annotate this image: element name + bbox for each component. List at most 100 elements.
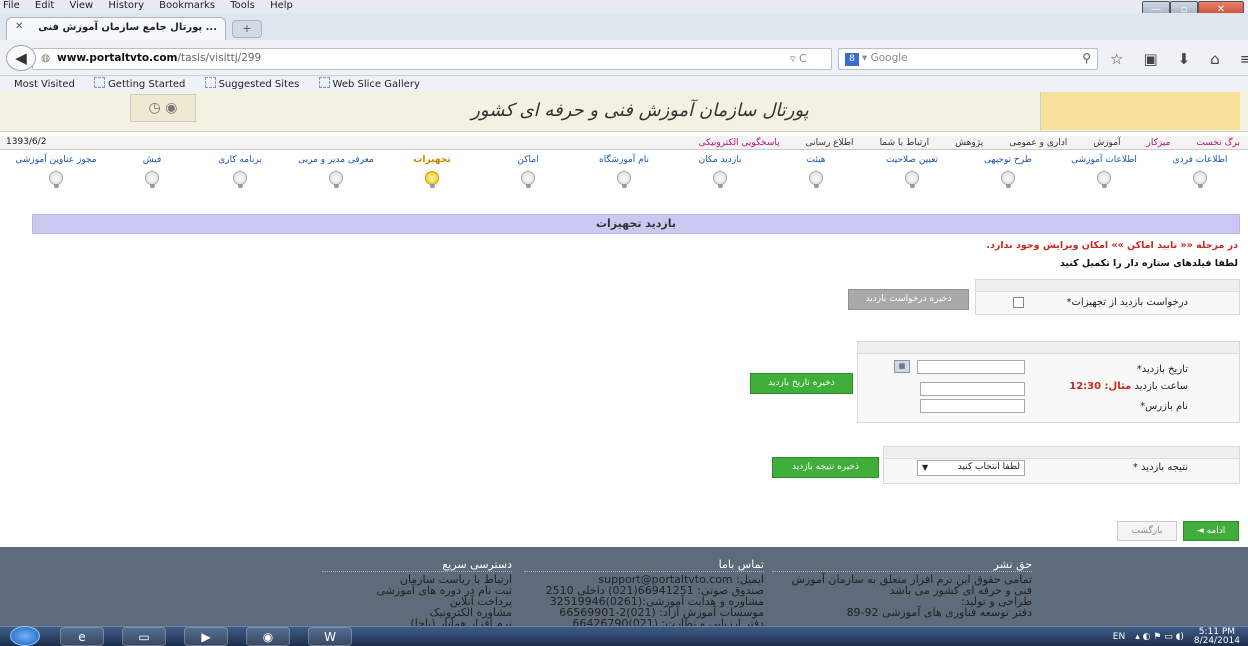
clipboard-icon[interactable]: ▣	[1143, 50, 1157, 68]
word-icon[interactable]: W	[308, 627, 352, 646]
back-step-button[interactable]: بازگشت	[1117, 521, 1177, 541]
required-note: لطفا فیلدهای ستاره دار را تکمیل کنید	[1059, 258, 1238, 269]
toolbar-icons: ☆ ▣ ⬇ ⌂ ≡	[1110, 50, 1248, 68]
menu-bookmarks[interactable]: Bookmarks	[156, 0, 215, 11]
menu-view[interactable]: View	[66, 0, 93, 11]
download-icon[interactable]: ⬇	[1178, 50, 1191, 68]
step-label: تعیین صلاحیت	[885, 155, 939, 165]
visit-time-field[interactable]	[920, 382, 1025, 396]
ie-icon[interactable]: e	[60, 627, 104, 646]
footer-contact: تماس باما ایمیل: support@portaltvto.com …	[524, 559, 764, 629]
request-checkbox[interactable]	[1013, 297, 1024, 308]
step-feasibility[interactable]: طرح توجیهی	[960, 155, 1056, 188]
step-label: اطلاعات آموزشی	[1071, 155, 1137, 165]
step-label: طرح توجیهی	[984, 155, 1032, 165]
bulb-icon	[49, 171, 63, 188]
step-label: مجوز عناوین آموزشی	[15, 155, 97, 165]
start-button[interactable]	[10, 626, 40, 646]
step-label: اماکن	[517, 155, 539, 165]
step-education-info[interactable]: اطلاعات آموزشی	[1056, 155, 1152, 188]
step-label: هیئت	[806, 155, 826, 165]
request-label: درخواست بازدید از تجهیزات*	[1066, 297, 1188, 308]
system-tray: EN ▴ ◐ ⚑ ▭ ◖) 5:11 PM 8/24/2014	[1113, 628, 1240, 646]
step-board[interactable]: هیئت	[768, 155, 864, 188]
bulb-icon	[329, 171, 343, 188]
language-indicator[interactable]: EN	[1113, 632, 1125, 642]
save-date-button[interactable]: ذخیره تاریخ بازدید	[750, 373, 853, 394]
star-icon[interactable]: ☆	[1110, 50, 1123, 68]
browser-tab[interactable]: ... پورتال جامع سازمان آموزش فنی ✕	[6, 17, 226, 40]
step-school-name[interactable]: نام آموزشگاه	[576, 155, 672, 188]
clock-icon: ◷ ◉	[130, 94, 196, 122]
footer-quick-title: دسترسی سریع	[322, 559, 512, 572]
menu-file[interactable]: File	[0, 0, 20, 11]
nav-research[interactable]: پژوهش	[955, 138, 983, 148]
nav-desk[interactable]: میزکار	[1147, 138, 1171, 148]
step-license[interactable]: مجوز عناوین آموزشی	[4, 155, 108, 188]
step-qualification[interactable]: تعیین صلاحیت	[864, 155, 960, 188]
menu-history[interactable]: History	[105, 0, 144, 11]
url-bar[interactable]: ◍ www.portaltvto.com/tasis/visittj/299	[32, 48, 832, 70]
clock[interactable]: 5:11 PM 8/24/2014	[1194, 628, 1240, 646]
search-input[interactable]: 8 ▾ Google ⚲	[838, 48, 1098, 70]
inspector-label: نام بازرس*	[1140, 401, 1188, 412]
bookmark-getting-started[interactable]: Getting Started	[94, 79, 185, 90]
bulb-icon	[617, 171, 631, 188]
bookmark-most-visited[interactable]: Most Visited	[14, 79, 75, 90]
chevron-down-icon: ▼	[922, 463, 929, 472]
bulb-icon	[1097, 171, 1111, 188]
search-placeholder: Google	[870, 52, 908, 64]
nav-home[interactable]: برگ نخست	[1196, 138, 1240, 148]
footer-copyright-title: حق نشر	[772, 559, 1032, 572]
home-icon[interactable]: ⌂	[1210, 50, 1220, 68]
step-manager-intro[interactable]: معرفی مدیر و مربی	[288, 155, 384, 188]
panel-title: بازدید تجهیزات	[32, 214, 1240, 234]
url-path: /tasis/visittj/299	[177, 52, 262, 64]
save-result-button[interactable]: ذخیره نتیجه بازدید	[772, 457, 879, 478]
step-label: اطلاعات فردی	[1172, 155, 1228, 165]
bulb-icon	[425, 171, 439, 188]
search-icon[interactable]: ⚲	[1082, 51, 1091, 65]
step-personal-info[interactable]: اطلاعات فردی	[1152, 155, 1248, 188]
current-date: 1393/6/2	[6, 137, 47, 147]
clock-date: 8/24/2014	[1193, 636, 1240, 646]
calendar-icon[interactable]: ▦	[894, 360, 910, 373]
step-work-plan[interactable]: برنامه کاری	[192, 155, 288, 188]
bookmark-suggested-sites[interactable]: Suggested Sites	[205, 79, 300, 90]
save-request-button[interactable]: ذخیره درخواست بازدید	[848, 289, 969, 310]
nav-admin[interactable]: اداری و عمومی	[1009, 138, 1067, 148]
tray-icons[interactable]: ▴ ◐ ⚑ ▭ ◖)	[1135, 632, 1184, 642]
visit-time-label: ساعت بازدید مثال: 12:30	[1069, 381, 1188, 392]
menu-edit[interactable]: Edit	[32, 0, 54, 11]
step-label: معرفی مدیر و مربی	[298, 155, 374, 165]
header-banner	[1040, 92, 1240, 130]
folder-icon[interactable]: ▭	[122, 627, 166, 646]
media-player-icon[interactable]: ▶	[184, 627, 228, 646]
firefox-icon[interactable]: ◉	[246, 627, 290, 646]
visit-date-field[interactable]	[917, 360, 1025, 374]
inspector-field[interactable]	[920, 399, 1025, 413]
step-equipment[interactable]: تجهیزات	[384, 155, 480, 188]
new-tab-button[interactable]: +	[232, 20, 262, 38]
close-tab-icon[interactable]: ✕	[15, 21, 23, 32]
nav-contact[interactable]: ارتباط با شما	[880, 138, 930, 148]
site-title: پورتال سازمان آموزش فنی و حرفه ای کشور	[471, 100, 809, 121]
nav-e-response[interactable]: پاسخگویی الکترونیکی	[699, 138, 780, 148]
step-place-visit[interactable]: بازدید مکان	[672, 155, 768, 188]
step-label: بازدید مکان	[698, 155, 742, 165]
visit-result-select[interactable]: لطفا انتخاب کنید ▼	[917, 460, 1025, 476]
menu-tools[interactable]: Tools	[227, 0, 255, 11]
footer-contact-title: تماس باما	[524, 559, 764, 572]
next-button[interactable]: ادامه ◄	[1183, 521, 1239, 541]
globe-icon: ◍	[41, 52, 51, 64]
bookmark-web-slice[interactable]: Web Slice Gallery	[319, 79, 420, 90]
back-button[interactable]: ◀	[6, 45, 36, 71]
menu-icon[interactable]: ≡	[1240, 50, 1248, 68]
step-places[interactable]: اماکن	[480, 155, 576, 188]
step-receipt[interactable]: فیش	[112, 155, 192, 188]
bulb-icon	[809, 171, 823, 188]
reload-icon[interactable]: ▿ C	[790, 52, 807, 65]
menu-help[interactable]: Help	[267, 0, 293, 11]
nav-education[interactable]: آموزش	[1093, 138, 1120, 148]
nav-news[interactable]: اطلاع رسانی	[806, 138, 854, 148]
